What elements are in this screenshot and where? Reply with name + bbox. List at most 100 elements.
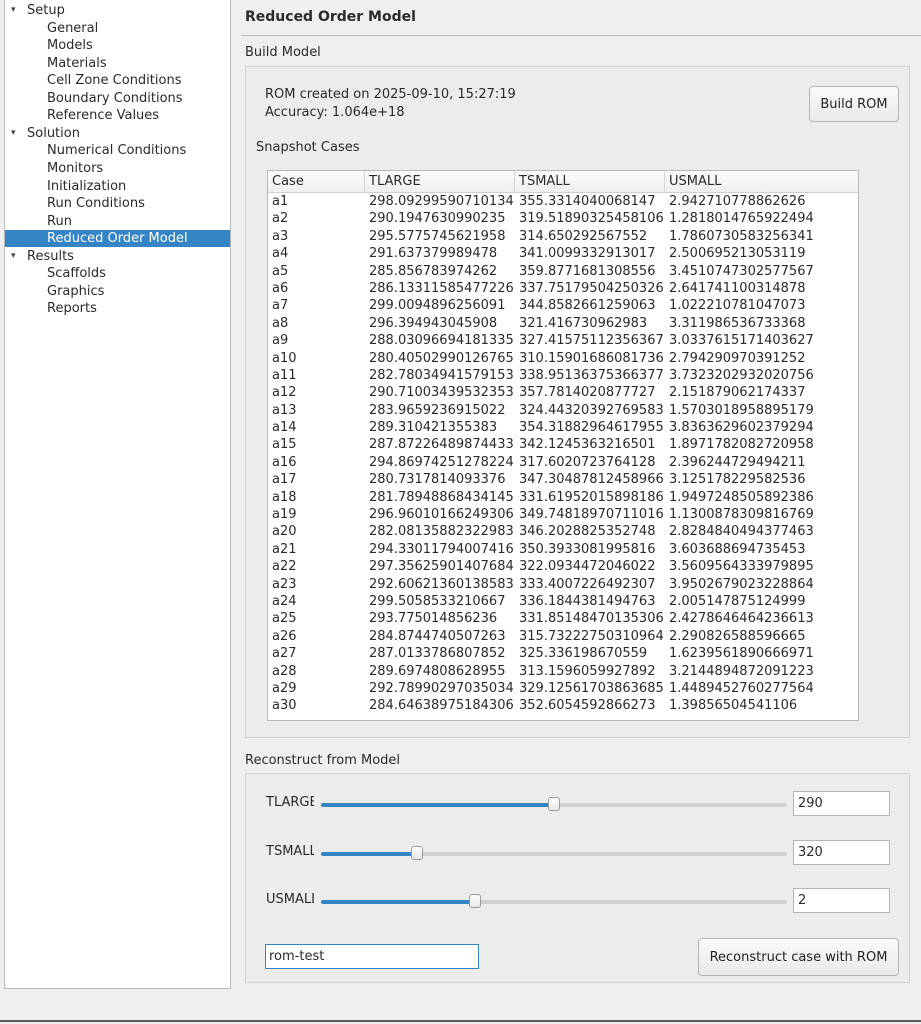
table-row[interactable]: a12 290.71003439532353 357.7814020877727 2.…	[268, 384, 858, 401]
table-row[interactable]: a23 292.60621360138583 333.4007226492307 3.…	[268, 576, 858, 593]
tree-item-monitors[interactable]: Monitors	[5, 160, 230, 177]
table-row[interactable]: a22 297.35625901407684 322.0934472046022 3.…	[268, 558, 858, 575]
table-cell: 336.1844381494763	[519, 593, 656, 609]
expand-arrow-icon[interactable]: ▾	[11, 125, 21, 142]
tsmall-slider[interactable]	[321, 846, 787, 860]
tree-item-boundary-conditions[interactable]: Boundary Conditions	[5, 90, 230, 107]
expand-arrow-icon[interactable]: ▾	[11, 2, 21, 19]
table-cell: a4	[272, 246, 289, 262]
tree-item-reference-values[interactable]: Reference Values	[5, 107, 230, 124]
table-cell: 282.08135882322983	[369, 524, 514, 540]
table-cell: 284.64638975184306	[369, 698, 514, 714]
table-cell: 359.8771681308556	[519, 263, 656, 279]
table-cell: 350.3933081995816	[519, 541, 656, 557]
tree-item-reduced-order-model[interactable]: Reduced Order Model	[5, 230, 230, 248]
tree-item-setup[interactable]: ▾ Setup	[5, 2, 230, 19]
tlarge-slider-fill	[321, 803, 554, 807]
column-header-tsmall[interactable]: TSMALL	[515, 171, 665, 192]
tree-item-materials[interactable]: Materials	[5, 55, 230, 72]
table-cell: 329.12561703863685	[519, 680, 664, 696]
table-row[interactable]: a1 298.09299590710134 355.3314040068147 2.9…	[268, 193, 858, 210]
tree-item-initialization[interactable]: Initialization	[5, 178, 230, 195]
tree-item-run[interactable]: Run	[5, 213, 230, 230]
snapshot-cases-table[interactable]: Case TLARGE TSMALL USMALL a1 298.09299590710…	[267, 170, 859, 721]
expand-arrow-icon[interactable]: ▾	[11, 248, 21, 265]
table-cell: 2.396244729494211	[669, 454, 806, 470]
table-cell: 314.650292567552	[519, 228, 648, 244]
tree-item-graphics[interactable]: Graphics	[5, 283, 230, 300]
tlarge-slider[interactable]	[321, 797, 787, 811]
tree-item-solution[interactable]: ▾ Solution	[5, 125, 230, 142]
table-row[interactable]: a7 299.0094896256091 344.8582661259063 1.02…	[268, 297, 858, 314]
table-row[interactable]: a29 292.78990297035034 329.12561703863685 1…	[268, 680, 858, 697]
table-row[interactable]: a5 285.856783974262 359.8771681308556 3.451…	[268, 263, 858, 280]
table-row[interactable]: a13 283.9659236915022 324.44320392769583 1.…	[268, 402, 858, 419]
case-name-input[interactable]: rom-test	[265, 944, 479, 969]
table-cell: 3.8363629602379294	[669, 420, 814, 436]
usmall-slider[interactable]	[321, 894, 787, 908]
table-row[interactable]: a20 282.08135882322983 346.2028825352748 2.…	[268, 523, 858, 540]
table-cell: 347.30487812458966	[519, 472, 664, 488]
table-cell: 288.03096694181335	[369, 333, 514, 349]
tree-item-label: Numerical Conditions	[47, 143, 187, 159]
table-cell: 1.4489452760277564	[669, 680, 814, 696]
table-row[interactable]: a19 296.96010166249306 349.74818970711016 1…	[268, 506, 858, 523]
table-cell: 349.74818970711016	[519, 507, 664, 523]
table-cell: 331.61952015898186	[519, 489, 664, 505]
column-header-usmall[interactable]: USMALL	[665, 171, 858, 192]
table-cell: a1	[272, 194, 289, 209]
table-cell: a19	[272, 507, 297, 523]
table-cell: 2.641741100314878	[669, 280, 806, 296]
navigation-tree[interactable]: ▾ Setup General Models Materials Cell Zone Co…	[4, 0, 231, 989]
table-row[interactable]: a21 294.33011794007416 350.3933081995816 3.…	[268, 541, 858, 558]
table-row[interactable]: a3 295.5775745621958 314.650292567552 1.786…	[268, 228, 858, 245]
table-row[interactable]: a24 299.5058533210667 336.1844381494763 2.0…	[268, 593, 858, 610]
table-row[interactable]: a28 289.6974808628955 313.1596059927892 3.2…	[268, 663, 858, 680]
reconstruct-case-button[interactable]: Reconstruct case with ROM	[698, 938, 899, 976]
tree-item-general[interactable]: General	[5, 20, 230, 37]
table-row[interactable]: a27 287.0133786807852 325.336198670559 1.62…	[268, 645, 858, 662]
build-rom-button[interactable]: Build ROM	[809, 86, 899, 122]
table-cell: 346.2028825352748	[519, 524, 656, 540]
table-row[interactable]: a6 286.13311585477226 337.75179504250326 2.…	[268, 280, 858, 297]
table-row[interactable]: a18 281.78948868434145 331.61952015898186 1…	[268, 489, 858, 506]
table-row[interactable]: a17 280.7317814093376 347.30487812458966 3.…	[268, 471, 858, 488]
table-cell: 2.794290970391252	[669, 350, 806, 366]
tree-item-run-conditions[interactable]: Run Conditions	[5, 195, 230, 212]
table-cell: 283.9659236915022	[369, 402, 506, 418]
tlarge-slider-handle[interactable]	[548, 797, 560, 811]
table-row[interactable]: a16 294.86974251278224 317.6020723764128 2.…	[268, 454, 858, 471]
table-row[interactable]: a30 284.64638975184306 352.6054592866273 1.…	[268, 697, 858, 714]
table-row[interactable]: a9 288.03096694181335 327.41575112356367 3.…	[268, 332, 858, 349]
tree-item-models[interactable]: Models	[5, 37, 230, 54]
table-row[interactable]: a10 280.40502990126765 310.15901686081736 2…	[268, 350, 858, 367]
table-row[interactable]: a25 293.775014856236 331.85148470135306 2.4…	[268, 610, 858, 627]
table-cell: 2.500695213053119	[669, 246, 806, 262]
tree-item-results[interactable]: ▾ Results	[5, 248, 230, 265]
table-cell: 344.8582661259063	[519, 298, 656, 314]
table-row[interactable]: a26 284.8744740507263 315.73222750310964 2.…	[268, 628, 858, 645]
usmall-value-input[interactable]: 2	[793, 888, 890, 913]
tree-item-numerical-conditions[interactable]: Numerical Conditions	[5, 142, 230, 159]
table-row[interactable]: a8 296.394943045908 321.416730962983 3.3119…	[268, 315, 858, 332]
tsmall-slider-handle[interactable]	[410, 846, 423, 860]
rom-created-text: ROM created on 2025-09-10, 15:27:19	[265, 87, 516, 102]
column-header-tlarge[interactable]: TLARGE	[365, 171, 515, 192]
usmall-slider-handle[interactable]	[468, 894, 481, 908]
tree-item-cell-zone-conditions[interactable]: Cell Zone Conditions	[5, 72, 230, 89]
table-cell: 333.4007226492307	[519, 576, 656, 592]
table-cell: 3.4510747302577567	[669, 263, 814, 279]
table-cell: a21	[272, 541, 297, 557]
tree-item-scaffolds[interactable]: Scaffolds	[5, 265, 230, 282]
table-row[interactable]: a15 287.87226489874433 342.1245363216501 1.…	[268, 436, 858, 453]
table-row[interactable]: a2 290.1947630990235 319.51890325458106 1.2…	[268, 210, 858, 227]
tsmall-value-input[interactable]: 320	[793, 840, 890, 865]
table-row[interactable]: a4 291.637379989478 341.0099332913017 2.500…	[268, 245, 858, 262]
table-row[interactable]: a14 289.310421355383 354.31882964617955 3.8…	[268, 419, 858, 436]
tlarge-value-input[interactable]: 290	[793, 791, 890, 816]
column-header-case[interactable]: Case	[268, 171, 365, 192]
table-cell: 3.603688694735453	[669, 541, 806, 557]
tree-item-reports[interactable]: Reports	[5, 300, 230, 317]
table-cell: 299.0094896256091	[369, 298, 506, 314]
table-row[interactable]: a11 282.78034941579153 338.95136375366377 3…	[268, 367, 858, 384]
